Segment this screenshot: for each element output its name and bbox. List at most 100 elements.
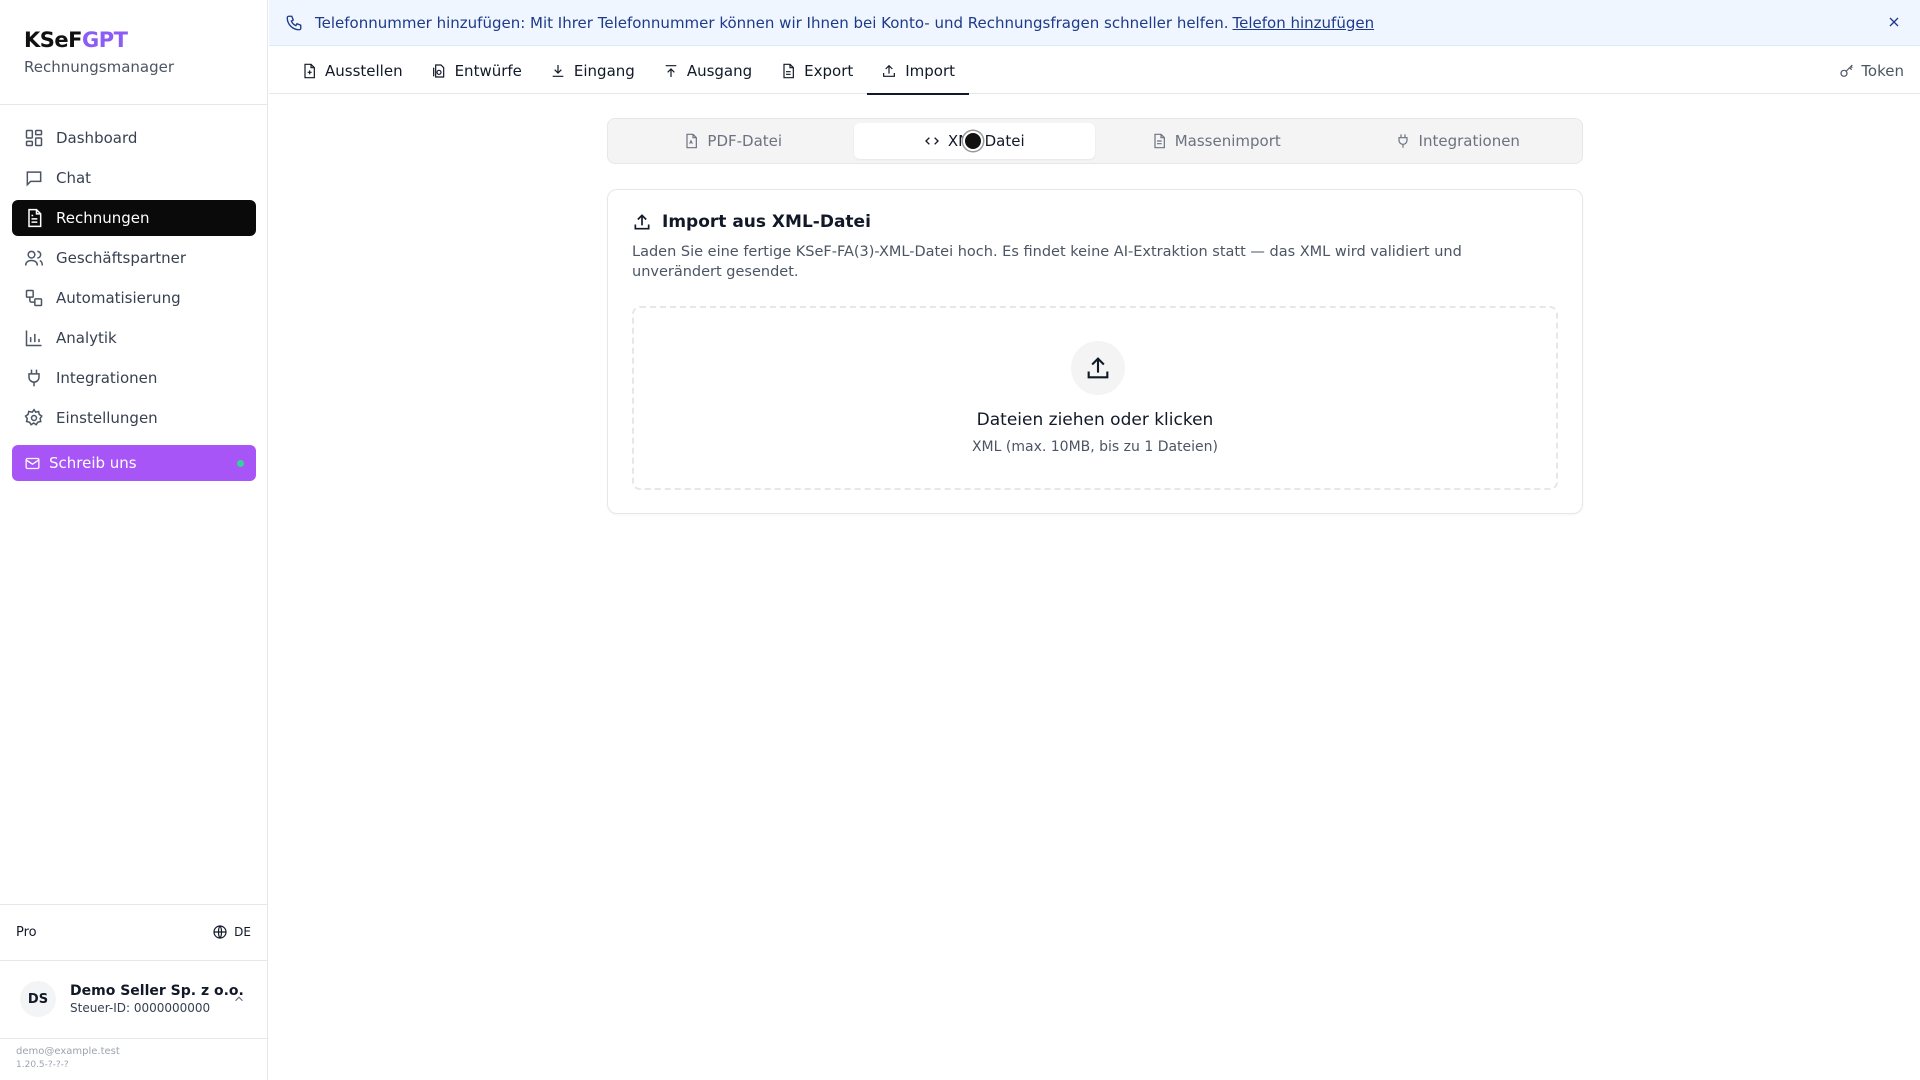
xml-import-card: Import aus XML-Datei Laden Sie eine fert… [607,189,1583,514]
plan-row: Pro DE [16,920,251,944]
tab-integrations[interactable]: Integrationen [1337,123,1579,159]
online-status-dot [237,460,244,467]
language-label: DE [234,925,251,939]
gear-icon [24,408,43,426]
sidebar-item-label: Einstellungen [56,409,158,427]
card-title-text: Import aus XML-Datei [662,212,871,232]
file-dropzone[interactable]: Dateien ziehen oder klicken XML (max. 10… [632,306,1558,490]
sidebar-item-label: Rechnungen [56,209,150,227]
mouse-cursor [963,131,983,151]
tab-pdf-file[interactable]: PDF-Datei [612,123,854,159]
tab-import[interactable]: Import [867,47,969,95]
upload-icon [1087,357,1109,379]
import-icon [883,64,896,77]
tab-eingang[interactable]: Eingang [536,47,649,94]
invoice-icon [28,208,42,228]
token-label: Token [1861,61,1904,80]
app-version: 1.20.5-?-?-? [16,1060,69,1070]
add-phone-link[interactable]: Telefon hinzufügen [1233,14,1375,32]
sidebar-item-analytik[interactable]: Analytik [12,320,256,356]
sidebar-item-einstellungen[interactable]: Einstellungen [12,400,256,436]
globe-icon [213,925,227,939]
download-icon [552,64,564,77]
chevron-up-icon [235,996,243,1002]
file-text-icon [783,63,795,78]
tab-ausgang[interactable]: Ausgang [649,47,766,94]
sidebar-item-label: Dashboard [56,129,138,147]
divider [0,104,267,105]
tab-label: Ausgang [686,61,753,80]
token-button[interactable]: Token [1839,47,1904,94]
file-stack-icon [1154,133,1165,149]
sidebar-item-chat[interactable]: Chat [12,160,256,196]
account-switcher[interactable]: DS Demo Seller Sp. z o.o. Steuer-ID: 000… [8,970,258,1028]
divider [0,960,267,961]
sidebar-item-dashboard[interactable]: Dashboard [12,120,256,156]
brand: KSeFGPT Rechnungsmanager [24,28,174,76]
sidebar-item-rechnungen[interactable]: Rechnungen [12,200,256,236]
sidebar-item-partner[interactable]: Geschäftspartner [12,240,256,276]
users-icon [24,250,44,266]
card-description: Laden Sie eine fertige KSeF-FA(3)-XML-Da… [632,244,1462,280]
draft-icon [432,63,444,78]
write-us-label: Schreib uns [49,454,137,472]
account-info: Demo Seller Sp. z o.o. Steuer-ID: 000000… [70,983,244,1015]
top-tabs: Ausstellen Entwürfe Eingang Ausgang Expo… [287,47,969,95]
dashboard-icon [25,129,43,147]
file-plus-icon [304,63,315,78]
upload-icon-circle [1071,341,1125,395]
segment-label: XML-Datei [947,132,1025,150]
workflow-icon [25,289,43,307]
segment-label: Massenimport [1174,132,1281,150]
tab-label: Export [804,61,854,80]
sidebar-item-automatisierung[interactable]: Automatisierung [12,280,256,316]
tab-label: Eingang [573,61,635,80]
dropzone-title: Dateien ziehen oder klicken [976,410,1214,430]
language-switcher[interactable]: DE [212,924,251,940]
tab-export[interactable]: Export [766,47,867,94]
card-title: Import aus XML-Datei [632,212,871,232]
close-icon[interactable] [1886,14,1902,30]
sidebar-item-label: Integrationen [56,369,158,387]
sidebar-item-label: Analytik [56,329,117,347]
segment-label: Integrationen [1418,132,1520,150]
plan-label: Pro [16,924,37,940]
tab-mass-import[interactable]: Massenimport [1095,123,1337,159]
chart-icon [25,330,42,347]
phone-banner: Telefonnummer hinzufügen: Mit Ihrer Tele… [269,0,1920,46]
plug-icon [1397,134,1408,148]
segment-label: PDF-Datei [707,132,783,150]
import-source-tabs: PDF-Datei XML-Datei Massenimport Integra… [607,118,1583,164]
tab-label: Entwürfe [454,61,522,80]
phone-icon [286,15,302,30]
tab-label: Import [905,61,956,80]
tab-ausstellen[interactable]: Ausstellen [287,47,417,94]
sidebar-nav: Dashboard Chat Rechnungen Geschäftspartn… [12,120,256,440]
upload-icon [665,64,677,77]
user-email: demo@example.test [16,1046,120,1057]
tab-label: Ausstellen [325,61,403,80]
app-subtitle: Rechnungsmanager [24,58,175,76]
sidebar-item-integrationen[interactable]: Integrationen [12,360,256,396]
mail-icon [25,457,40,469]
chat-icon [26,171,42,187]
code-icon [924,137,939,145]
pdf-file-icon [686,133,698,149]
avatar: DS [20,981,56,1017]
sidebar-item-label: Chat [56,169,92,187]
banner-text: Telefonnummer hinzufügen: Mit Ihrer Tele… [315,13,1229,32]
key-icon [1840,64,1854,77]
app-logo[interactable]: KSeFGPT [24,28,174,52]
write-us-button[interactable]: Schreib uns [12,445,256,481]
upload-icon [634,214,650,230]
plug-icon [28,369,40,387]
account-name: Demo Seller Sp. z o.o. [70,983,244,999]
divider [0,904,267,905]
top-navigation: Ausstellen Entwürfe Eingang Ausgang Expo… [269,47,1920,95]
sidebar-item-label: Geschäftspartner [56,249,186,267]
dropzone-hint: XML (max. 10MB, bis zu 1 Dateien) [971,439,1219,455]
account-tax-id: Steuer-ID: 0000000000 [70,1001,211,1015]
tab-entwuerfe[interactable]: Entwürfe [417,47,536,94]
divider [0,1038,267,1039]
sidebar: KSeFGPT Rechnungsmanager Dashboard Chat … [0,0,268,1080]
